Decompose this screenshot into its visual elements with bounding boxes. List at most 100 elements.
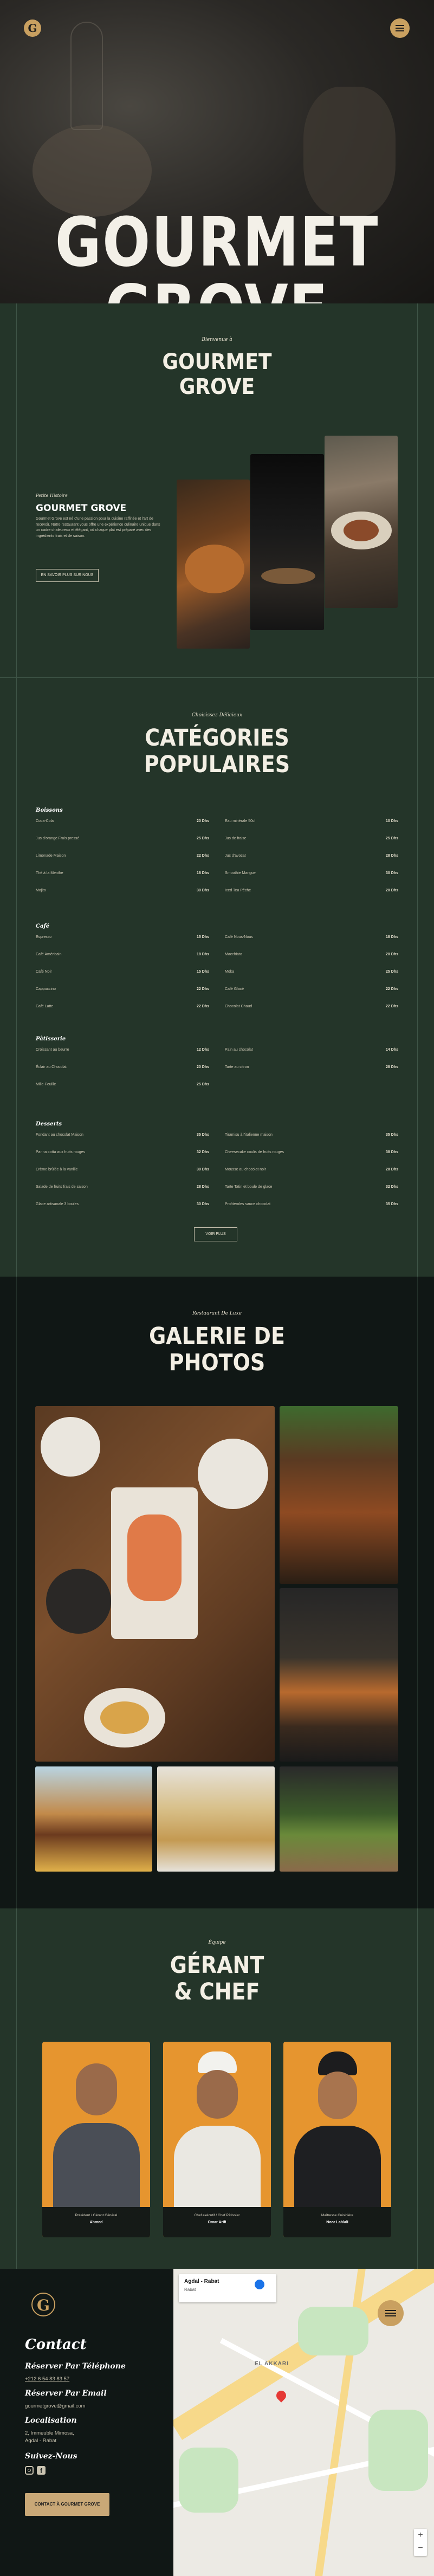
menu-item: Pain au chocolat 14 Dhs <box>225 1048 398 1056</box>
menu-item-price: 15 Dhs <box>197 935 209 939</box>
menu-item-price: 22 Dhs <box>197 987 209 991</box>
menu-item-name: Thé à la Menthe <box>36 871 63 875</box>
map-zoom-control[interactable]: + − <box>414 2529 427 2556</box>
map-pin-icon[interactable] <box>274 2389 288 2403</box>
facebook-icon[interactable]: f <box>37 2466 46 2475</box>
map-place-name: Agdal - Rabat <box>184 2279 219 2284</box>
about-title-line2: GROVE <box>179 374 255 400</box>
gallery-photo-pasta <box>157 1766 275 1872</box>
floating-menu-button[interactable] <box>378 2300 404 2326</box>
menu-category-title: Desserts <box>36 1121 62 1127</box>
about-small-label: Petite Histoire <box>36 493 68 498</box>
menu-item: Croissant au beurre 12 Dhs <box>36 1048 209 1056</box>
menu-category-title: Boissons <box>36 807 63 813</box>
menu-item-name: Coca-Cola <box>36 819 54 823</box>
contact-section: G Contact Réserver Par Téléphone +212 6 … <box>0 2269 434 2576</box>
logo[interactable]: G <box>24 20 41 37</box>
gallery-photo-salad <box>280 1766 398 1872</box>
menu-item: Chocolat Chaud 22 Dhs <box>225 1005 398 1012</box>
menu-item-name: Iced Tea Pêche <box>225 889 251 892</box>
menu-item-name: Cappuccino <box>36 987 56 991</box>
gallery-title: GALERIE DE PHOTOS <box>0 1323 434 1376</box>
map-info-card: Agdal - Rabat Rabat <box>179 2274 276 2302</box>
menu-item: Glace artisanale 3 boules 30 Dhs <box>36 1202 209 1210</box>
menu-item: Café Américain 18 Dhs <box>36 953 209 960</box>
team-title: GÉRANT & CHEF <box>0 1952 434 2005</box>
menu-item: Eau minérale 50cl 10 Dhs <box>225 819 398 827</box>
contact-phone-link[interactable]: +212 6 54 83 83 57 <box>25 2376 69 2382</box>
burger-line-icon <box>396 28 404 29</box>
menu-category-title: Pâtisserie <box>36 1036 66 1042</box>
menu-item: Jus de fraise 25 Dhs <box>225 837 398 844</box>
team-member-title: Maîtresse Cuisinière <box>321 2213 354 2217</box>
menu-item: Tiramisu à l'italienne maison 35 Dhs <box>225 1133 398 1141</box>
hero-section: G GOURMET GROVE <box>0 0 434 303</box>
gallery-title-line1: GALERIE DE <box>149 1322 285 1349</box>
menu-item-price: 35 Dhs <box>197 1133 209 1137</box>
menu-item: Profiteroles sauce chocolat 35 Dhs <box>225 1202 398 1210</box>
about-title-line1: GOURMET <box>162 349 272 374</box>
menu-item: Cappuccino 22 Dhs <box>36 987 209 995</box>
plate-shape <box>41 1417 100 1477</box>
hero-wineglass-shape <box>70 22 103 130</box>
map-park-shape <box>179 2448 238 2513</box>
menu-item-name: Jus d'orange Frais pressé <box>36 837 80 840</box>
menu-item-name: Salade de fruits frais de saison <box>36 1185 88 1189</box>
menu-item: Fondant au chocolat Maison 35 Dhs <box>36 1133 209 1141</box>
menu-item: Macchiato 20 Dhs <box>225 953 398 960</box>
contact-email[interactable]: gourmetgrove@gmail.com <box>25 2403 86 2409</box>
menu-item-price: 28 Dhs <box>197 1185 209 1189</box>
menu-item-price: 28 Dhs <box>386 854 398 858</box>
menu-title: CATÉGORIES POPULAIRES <box>0 724 434 778</box>
gallery-photo-chicken <box>280 1406 398 1584</box>
menu-item: Moka 25 Dhs <box>225 970 398 978</box>
gallery-photo-large <box>35 1406 275 1762</box>
contact-follow-label: Suivez-Nous <box>25 2452 77 2461</box>
menu-item: Smoothie Mangue 30 Dhs <box>225 871 398 879</box>
about-section: Bienvenue à GOURMET GROVE Petite Histoir… <box>0 303 434 677</box>
fries-shape <box>100 1701 149 1734</box>
team-card-caption: Chef exécutif / Chef Pâtissier Omar Arif… <box>163 2207 271 2237</box>
portrait-head-shape <box>76 2063 117 2115</box>
menu-item-price: 28 Dhs <box>386 1065 398 1069</box>
instagram-icon[interactable] <box>25 2466 34 2475</box>
directions-icon[interactable] <box>255 2280 264 2289</box>
menu-item-price: 20 Dhs <box>386 953 398 956</box>
menu-item-name: Cheesecake coulis de fruits rouges <box>225 1150 284 1154</box>
menu-more-button[interactable]: VOIR PLUS <box>194 1227 237 1241</box>
plate-shape <box>198 1439 268 1509</box>
menu-item-price: 22 Dhs <box>386 987 398 991</box>
hero-glass-shape <box>303 87 396 217</box>
menu-item: Cheesecake coulis de fruits rouges 38 Dhs <box>225 1150 398 1158</box>
team-title-line1: GÉRANT <box>170 1951 264 1978</box>
menu-item-price: 20 Dhs <box>197 819 209 823</box>
gallery-photo-burger-1 <box>280 1588 398 1762</box>
portrait-apron-shape <box>174 2126 261 2210</box>
menu-item-name: Profiteroles sauce chocolat <box>225 1202 271 1206</box>
menu-item-price: 18 Dhs <box>197 871 209 875</box>
menu-item-price: 25 Dhs <box>386 837 398 840</box>
menu-item-name: Pain au chocolat <box>225 1048 253 1052</box>
menu-toggle-button[interactable] <box>390 18 410 38</box>
about-photo-3 <box>325 436 398 608</box>
about-photo-2 <box>250 454 324 630</box>
gallery-section: Restaurant De Luxe GALERIE DE PHOTOS <box>0 1277 434 1908</box>
menu-item: Éclair au Chocolat 20 Dhs <box>36 1065 209 1073</box>
map-area-label: EL AKKARI <box>255 2361 289 2367</box>
menu-item-price: 32 Dhs <box>197 1150 209 1154</box>
about-more-button[interactable]: EN SAVOIR PLUS SUR NOUS <box>36 569 99 582</box>
portrait-suit-shape <box>53 2123 140 2210</box>
menu-item-name: Eau minérale 50cl <box>225 819 256 823</box>
menu-item-price: 30 Dhs <box>386 871 398 875</box>
map[interactable]: EL AKKARI Agdal - Rabat Rabat + − <box>173 2269 434 2576</box>
contact-button[interactable]: CONTACT À GOURMET GROVE <box>25 2493 109 2516</box>
menu-item-price: 30 Dhs <box>197 889 209 892</box>
menu-item-price: 20 Dhs <box>197 1065 209 1069</box>
menu-item-price: 38 Dhs <box>386 1150 398 1154</box>
menu-category-title: Café <box>36 923 50 929</box>
menu-item-name: Jus d'avocat <box>225 854 246 858</box>
menu-item: Limonade Maison 22 Dhs <box>36 854 209 862</box>
contact-logo[interactable]: G <box>31 2293 55 2316</box>
menu-item-price: 15 Dhs <box>197 970 209 974</box>
menu-item-name: Tiramisu à l'italienne maison <box>225 1133 273 1137</box>
